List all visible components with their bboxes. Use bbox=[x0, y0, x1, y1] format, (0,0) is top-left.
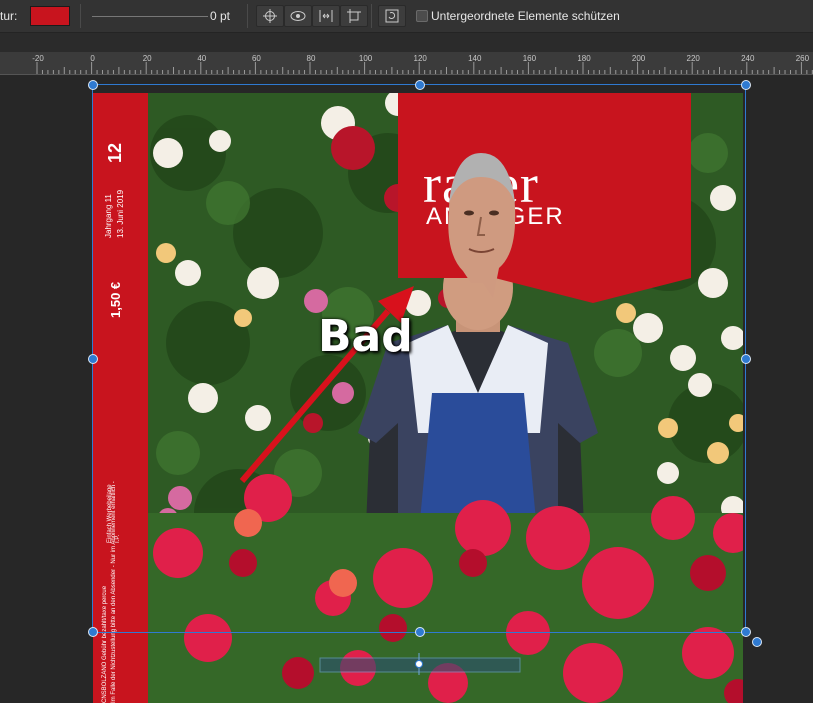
resize-handle-left[interactable] bbox=[88, 354, 98, 364]
resize-handle-top-right[interactable] bbox=[741, 80, 751, 90]
rotate-handle[interactable] bbox=[752, 637, 762, 647]
move-handle[interactable] bbox=[415, 660, 423, 668]
resize-handle-bottom-left[interactable] bbox=[88, 627, 98, 637]
resize-handle-top-left[interactable] bbox=[88, 80, 98, 90]
resize-handle-bottom-right[interactable] bbox=[741, 627, 751, 637]
resize-handle-bottom[interactable] bbox=[415, 627, 425, 637]
resize-handle-right[interactable] bbox=[741, 354, 751, 364]
selection-overlay bbox=[92, 84, 746, 675]
resize-handle-top[interactable] bbox=[415, 80, 425, 90]
